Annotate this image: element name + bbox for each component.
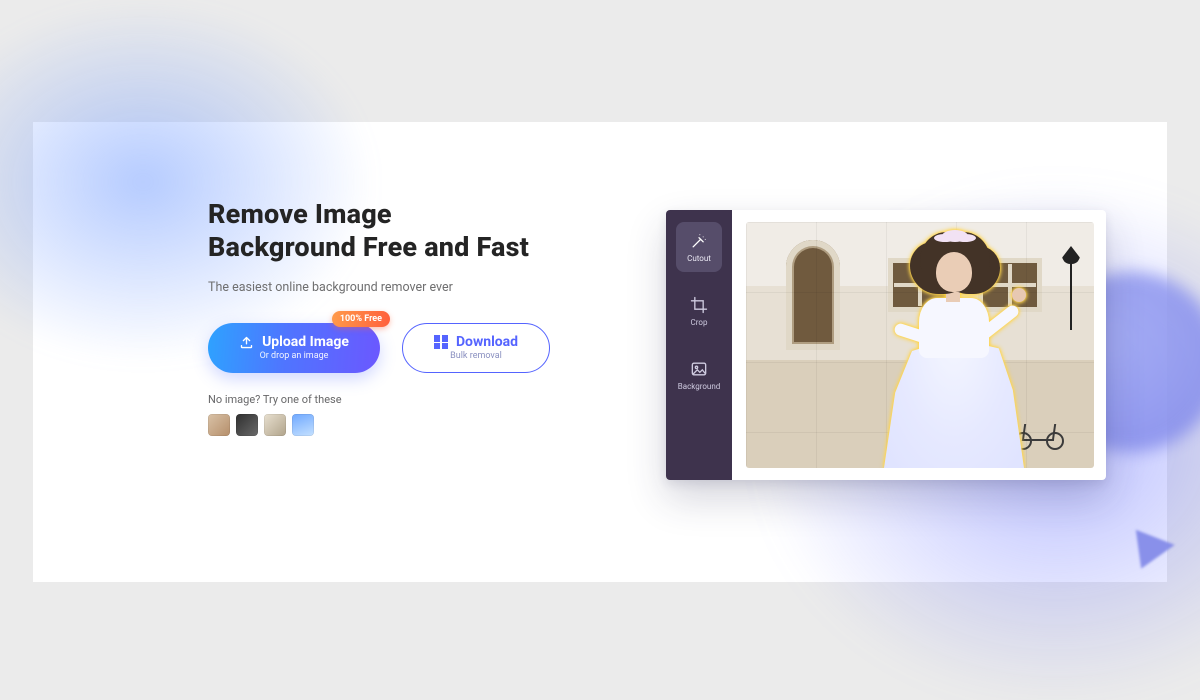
tool-cutout[interactable]: Cutout (676, 222, 722, 272)
sample-thumb-3[interactable] (264, 414, 286, 436)
upload-image-button[interactable]: 100% Free Upload Image Or drop an image (208, 323, 380, 373)
windows-icon (434, 335, 448, 349)
editor-toolstrip: Cutout Crop Background (666, 210, 732, 480)
editor-scene (746, 222, 1094, 468)
editor-preview: Cutout Crop Background (666, 210, 1106, 480)
download-button[interactable]: Download Bulk removal (402, 323, 550, 373)
sample-thumb-4[interactable] (292, 414, 314, 436)
tool-crop-label: Crop (691, 318, 708, 327)
download-button-sub: Bulk removal (450, 351, 502, 361)
hero-panel: Remove Image Background Free and Fast Th… (33, 122, 1167, 582)
title-line-2: Background Free and Fast (208, 231, 529, 263)
sample-thumb-1[interactable] (208, 414, 230, 436)
sample-images-label: No image? Try one of these (208, 393, 708, 406)
free-badge: 100% Free (332, 311, 390, 327)
tool-crop[interactable]: Crop (676, 286, 722, 336)
page-title: Remove Image Background Free and Fast (208, 198, 708, 264)
sample-thumb-row (208, 414, 708, 436)
upload-icon (239, 335, 254, 350)
cta-row: 100% Free Upload Image Or drop an image … (208, 323, 708, 373)
hero-copy: Remove Image Background Free and Fast Th… (208, 198, 708, 436)
tool-background[interactable]: Background (676, 350, 722, 400)
editor-canvas[interactable] (732, 210, 1106, 480)
download-button-label: Download (456, 334, 518, 350)
image-icon (689, 359, 709, 379)
sample-images: No image? Try one of these (208, 393, 708, 436)
decorative-triangle (1125, 520, 1179, 574)
title-line-1: Remove Image (208, 198, 392, 230)
magic-wand-icon (689, 231, 709, 251)
tool-cutout-label: Cutout (687, 254, 711, 263)
tool-background-label: Background (678, 382, 721, 391)
page-subtitle: The easiest online background remover ev… (208, 280, 708, 295)
upload-button-sub: Or drop an image (260, 351, 329, 361)
crop-icon (689, 295, 709, 315)
sample-thumb-2[interactable] (236, 414, 258, 436)
upload-button-label: Upload Image (262, 334, 349, 350)
